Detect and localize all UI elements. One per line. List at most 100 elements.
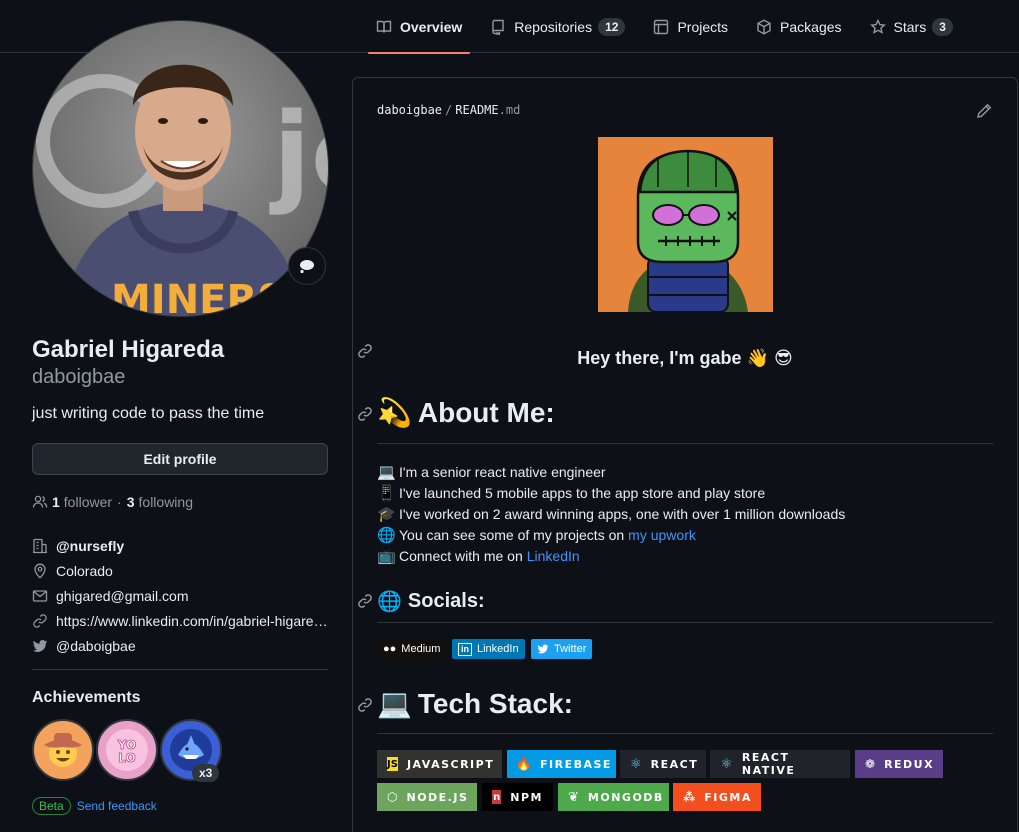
followers-link[interactable]: 1 follower: [52, 494, 112, 510]
about-anchor-link[interactable]: [357, 406, 373, 422]
readme-filename[interactable]: README: [455, 103, 498, 117]
email-text: ghigared@gmail.com: [56, 587, 189, 604]
react-icon: ⚛: [630, 756, 642, 772]
link-icon: [33, 613, 47, 628]
followers-label: follower: [63, 494, 113, 510]
followers-count: 1: [52, 494, 60, 510]
tech-label: MONGODB: [587, 790, 664, 804]
about-item-text: I've worked on 2 award winning apps, one…: [399, 505, 846, 522]
twitter-badge[interactable]: Twitter: [531, 639, 593, 659]
about-item-text: I'm a senior react native engineer: [399, 463, 606, 480]
detail-website[interactable]: https://www.linkedin.com/in/gabriel-higa…: [32, 608, 328, 633]
detail-location: Colorado: [32, 558, 328, 583]
following-link[interactable]: 3 following: [127, 494, 193, 510]
tech-badge-javascript: JS JAVASCRIPT: [377, 750, 502, 778]
location-text: Colorado: [56, 562, 113, 579]
avatar[interactable]: jc MINERS: [32, 20, 329, 317]
readme-owner[interactable]: daboigbae: [377, 103, 442, 117]
mongodb-leaf-icon: ❦: [568, 789, 579, 805]
readme-file-ext: .md: [498, 103, 521, 117]
edit-profile-button[interactable]: Edit profile: [32, 443, 328, 475]
socials-heading: 🌐 Socials:: [377, 589, 485, 614]
socials-anchor-link[interactable]: [357, 593, 373, 609]
upwork-link[interactable]: my upwork: [628, 527, 696, 543]
detail-twitter[interactable]: @daboigbae: [32, 633, 328, 658]
globe-emoji-icon: 🌐: [377, 591, 402, 613]
tab-packages[interactable]: Packages: [748, 0, 849, 53]
about-item: 💻 I'm a senior react native engineer: [377, 461, 845, 482]
linkedin-link[interactable]: LinkedIn: [527, 548, 580, 564]
svg-text:LO: LO: [118, 751, 135, 765]
detail-email[interactable]: ghigared@gmail.com: [32, 583, 328, 608]
people-icon: [32, 495, 48, 508]
table-icon: [654, 19, 669, 34]
tech-rule: [377, 733, 993, 734]
tab-label: Stars: [893, 18, 927, 35]
redux-icon: ❁: [865, 757, 876, 771]
linkedin-badge[interactable]: in LinkedIn: [452, 639, 525, 659]
laptop-emoji-icon: 💻: [377, 463, 396, 481]
tech-label: FIGMA: [704, 790, 752, 804]
beta-label: Beta: [32, 797, 71, 815]
achievement-badge-starstruck[interactable]: [32, 719, 94, 781]
separator-dot: ·: [117, 494, 122, 510]
organization-text: @nursefly: [56, 537, 125, 554]
link-icon: [358, 407, 372, 421]
detail-organization[interactable]: @nursefly: [32, 533, 328, 558]
achievements-feedback: Beta Send feedback: [32, 797, 157, 815]
medium-badge[interactable]: ●● Medium: [377, 639, 447, 659]
greeting-emoji: 👋 😎: [746, 348, 793, 368]
about-item: 📱 I've launched 5 mobile apps to the app …: [377, 482, 845, 503]
achievement-badge-yolo[interactable]: YO LO: [96, 719, 158, 781]
about-item: 📺 Connect with me on LinkedIn: [377, 545, 845, 566]
send-feedback-link[interactable]: Send feedback: [77, 799, 157, 813]
tab-overview[interactable]: Overview: [368, 0, 471, 54]
achievements-heading: Achievements: [32, 689, 141, 706]
socials-rule: [377, 622, 993, 623]
tech-heading-text: Tech Stack:: [417, 687, 573, 719]
twitter-text: @daboigbae: [56, 637, 136, 654]
tech-label: REACT: [650, 757, 699, 771]
figma-icon: ⁂: [683, 790, 696, 804]
tab-repositories[interactable]: Repositories 12: [482, 0, 633, 53]
tech-anchor-link[interactable]: [357, 697, 373, 713]
svg-text:MINERS: MINERS: [111, 277, 286, 317]
tab-label: Packages: [780, 18, 842, 35]
link-icon: [358, 698, 372, 712]
grad-cap-emoji-icon: 🎓: [377, 505, 396, 523]
twitter-label: Twitter: [554, 643, 587, 655]
tab-stars[interactable]: Stars 3: [862, 0, 961, 53]
readme-breadcrumb: daboigbae / README.md: [377, 103, 520, 117]
tech-badge-nodejs: ⬡ NODE.JS: [377, 783, 477, 811]
website-text: https://www.linkedin.com/in/gabriel-higa…: [56, 612, 328, 629]
npm-icon: n: [492, 790, 502, 804]
follow-stats: 1 follower · 3 following: [32, 494, 193, 510]
cowboy-emoji-icon: [44, 733, 82, 767]
linkedin-label: LinkedIn: [477, 643, 519, 655]
profile-bio: just writing code to pass the time: [32, 405, 265, 422]
javascript-icon: JS: [387, 757, 398, 771]
tech-badge-mongodb: ❦ MONGODB: [558, 783, 669, 811]
pencil-icon: [977, 103, 992, 118]
yolo-icon: YOLO: [106, 729, 148, 771]
tech-label: REDUX: [884, 757, 935, 771]
tech-heading: 💻 Tech Stack:: [377, 687, 573, 720]
about-item-text: You can see some of my projects on: [399, 526, 625, 543]
about-item: 🎓 I've worked on 2 award winning apps, on…: [377, 503, 845, 524]
nodejs-icon: ⬡: [387, 790, 398, 804]
react-icon: ⚛: [720, 756, 733, 772]
following-label: following: [138, 494, 193, 510]
badge-multiplier: x3: [192, 764, 220, 782]
tech-badge-npm: n NPM: [482, 783, 553, 811]
repo-icon: [492, 19, 504, 35]
tech-badge-redux: ❁ REDUX: [855, 750, 943, 778]
set-status-button[interactable]: [288, 247, 326, 285]
tech-badge-react-native: ⚛ REACT NATIVE: [710, 750, 850, 778]
tab-projects[interactable]: Projects: [645, 0, 736, 53]
phone-emoji-icon: 📱: [377, 484, 396, 502]
tech-label: JAVASCRIPT: [406, 757, 495, 771]
link-icon: [358, 594, 372, 608]
edit-readme-button[interactable]: [976, 103, 992, 119]
about-item-text: I've launched 5 mobile apps to the app s…: [399, 484, 766, 501]
package-icon: [757, 18, 771, 35]
